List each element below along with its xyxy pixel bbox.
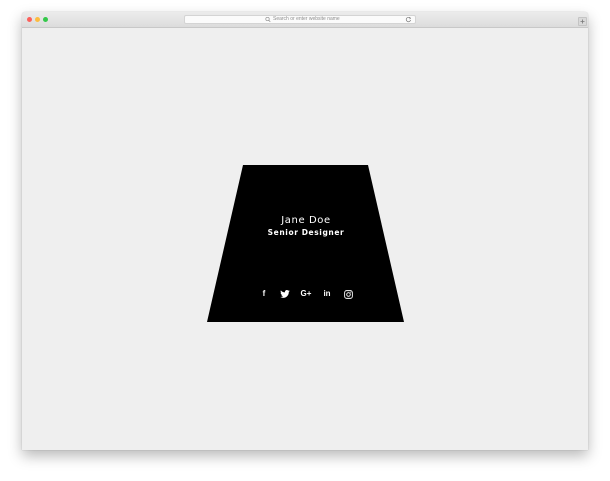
search-icon [265,16,271,23]
page-content: Jane Doe Senior Designer f G+ in [22,28,588,450]
address-placeholder: Search or enter website name [273,16,340,22]
social-links: f G+ in [207,288,405,300]
twitter-link[interactable] [275,288,296,300]
browser-window: Search or enter website name Jane Doe Se… [22,12,588,450]
profile-card[interactable]: Jane Doe Senior Designer f G+ in [207,165,405,323]
instagram-icon [343,289,353,299]
card-name: Jane Doe [281,215,331,226]
reload-icon[interactable] [405,16,412,23]
google-plus-icon: G+ [300,289,312,298]
linkedin-icon: in [323,289,331,298]
card-role: Senior Designer [267,228,345,237]
linkedin-link[interactable]: in [317,288,338,300]
instagram-link[interactable] [338,288,359,300]
facebook-icon: f [262,289,266,298]
address-bar[interactable]: Search or enter website name [184,15,416,24]
maximize-window-button[interactable] [43,17,48,22]
minimize-window-button[interactable] [35,17,40,22]
browser-toolbar: Search or enter website name [22,12,588,28]
facebook-link[interactable]: f [254,288,275,300]
new-tab-button[interactable] [578,17,587,26]
twitter-icon [280,290,290,298]
close-window-button[interactable] [27,17,32,22]
google-plus-link[interactable]: G+ [296,288,317,300]
plus-icon [580,19,585,24]
